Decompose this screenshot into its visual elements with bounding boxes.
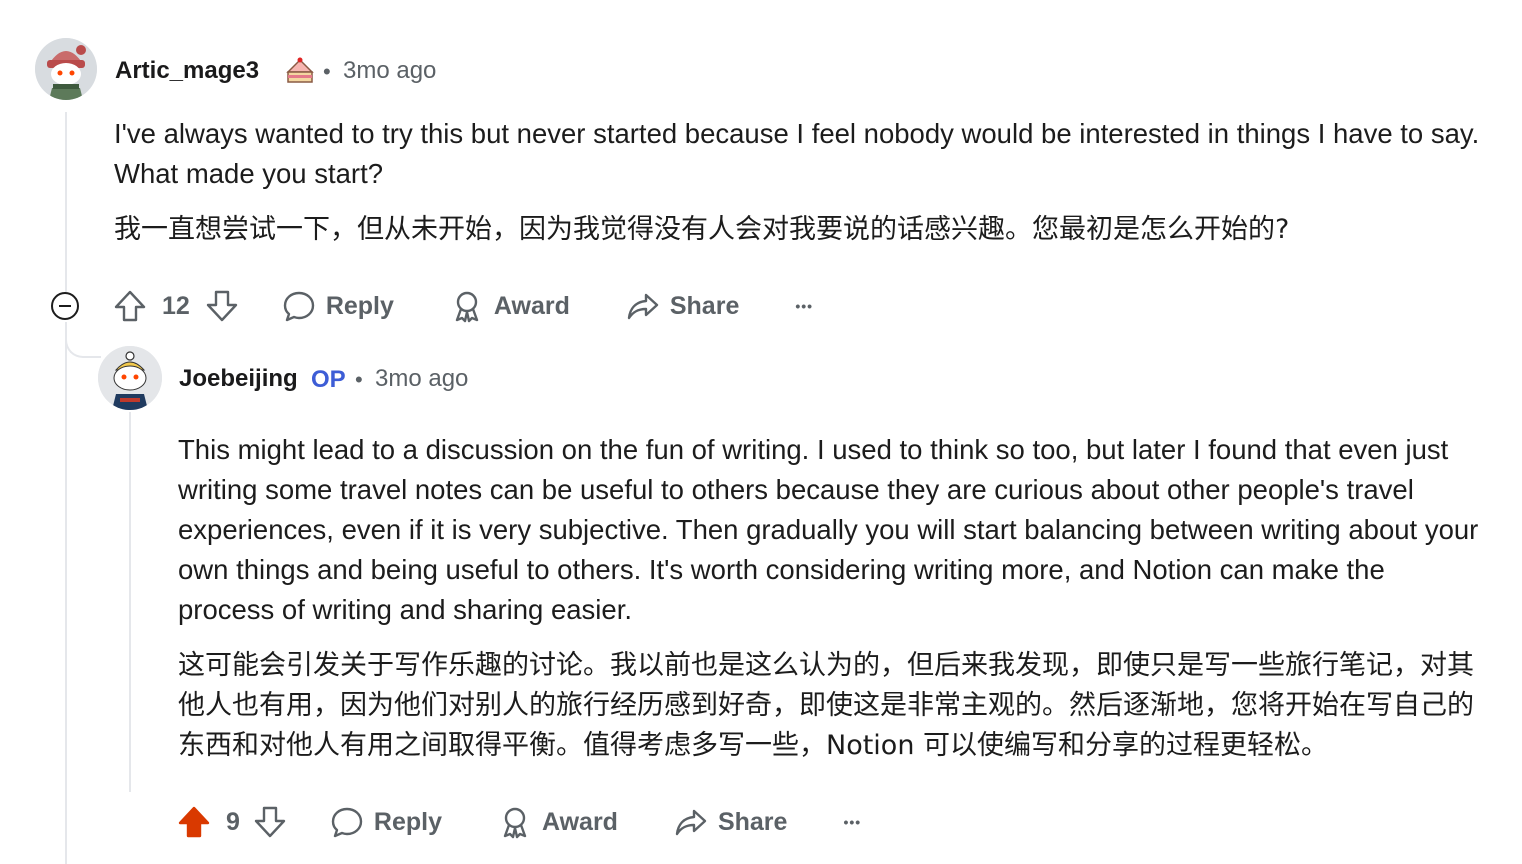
reply-body-zh: 这可能会引发关于写作乐趣的讨论。我以前也是这么认为的，但后来我发现，即使只是写一… xyxy=(178,650,1474,761)
thread-line-reply xyxy=(129,412,131,792)
comment-timestamp[interactable]: 3mo ago xyxy=(343,57,436,85)
comment-action-bar: 12 Reply Award Share ••• xyxy=(112,280,813,332)
thread-line-main xyxy=(65,112,67,292)
upvote-icon[interactable] xyxy=(112,288,148,324)
award-icon xyxy=(455,291,479,323)
downvote-icon[interactable] xyxy=(204,288,240,324)
comment-body-zh: 我一直想尝试一下，但从未开始，因为我觉得没有人会对我要说的话感兴趣。您最初是怎么… xyxy=(114,214,1290,245)
meta-separator: • xyxy=(355,367,363,392)
reply-timestamp[interactable]: 3mo ago xyxy=(375,365,468,393)
vote-count: 9 xyxy=(226,807,240,836)
reply-label: Reply xyxy=(325,291,394,320)
share-icon xyxy=(675,809,707,836)
downvote-icon[interactable] xyxy=(252,804,288,840)
upvote-icon[interactable] xyxy=(176,804,212,840)
award-label: Award xyxy=(493,291,570,320)
op-badge: OP xyxy=(311,366,346,393)
vote-count: 12 xyxy=(162,291,190,320)
cake-flair-icon xyxy=(284,54,316,91)
collapse-icon[interactable] xyxy=(51,292,79,320)
award-button[interactable]: Award xyxy=(450,289,570,323)
reply-button[interactable]: Reply xyxy=(282,289,394,323)
comment-icon xyxy=(331,807,363,838)
thread-line-main-lower xyxy=(65,322,67,864)
reply-body-en: This might lead to a discussion on the f… xyxy=(178,434,1479,625)
reply-button[interactable]: Reply xyxy=(330,805,442,839)
reply-action-bar: 9 Reply Award Share ••• xyxy=(176,796,861,848)
meta-separator: • xyxy=(323,59,331,84)
more-options-button[interactable]: ••• xyxy=(795,298,813,314)
award-label: Award xyxy=(542,807,618,836)
thread-connector xyxy=(65,322,101,358)
award-button[interactable]: Award xyxy=(498,805,618,839)
share-label: Share xyxy=(717,807,788,836)
comment-body-en: I've always wanted to try this but never… xyxy=(114,118,1480,189)
share-button[interactable]: Share xyxy=(626,289,739,323)
award-icon xyxy=(503,807,527,839)
reply-label: Reply xyxy=(373,807,442,836)
share-button[interactable]: Share xyxy=(674,805,787,839)
snoo-avatar-icon xyxy=(35,38,97,100)
more-options-button[interactable]: ••• xyxy=(843,814,861,830)
reply-username[interactable]: Joebeijing xyxy=(179,365,298,393)
avatar[interactable] xyxy=(35,38,97,100)
comment-icon xyxy=(283,291,315,322)
share-icon xyxy=(627,293,659,320)
reply-avatar[interactable] xyxy=(98,346,162,410)
snoo-avatar-icon xyxy=(98,346,162,410)
share-label: Share xyxy=(669,291,740,320)
comment-username[interactable]: Artic_mage3 xyxy=(115,57,259,85)
